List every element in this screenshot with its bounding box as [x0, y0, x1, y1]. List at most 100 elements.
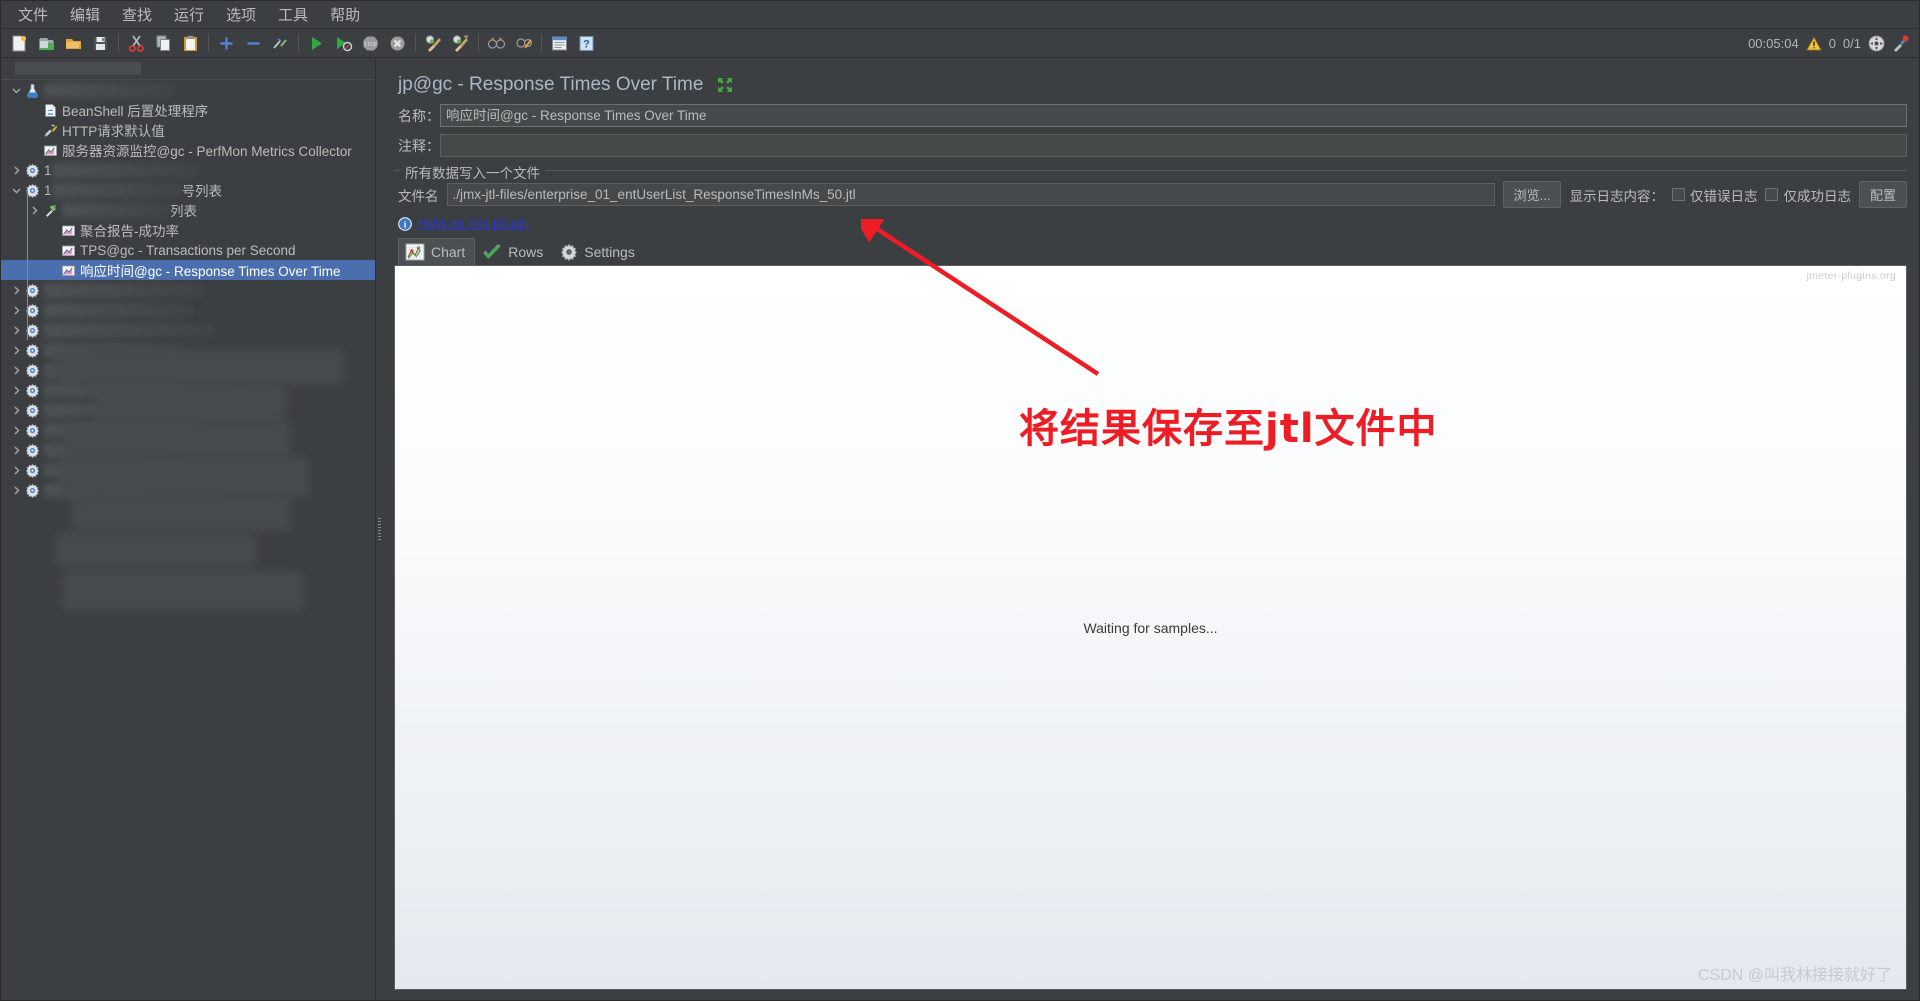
listener-chart-icon: [59, 262, 77, 278]
clear-results-icon[interactable]: [1892, 35, 1909, 52]
stop-icon[interactable]: STOP: [358, 31, 383, 56]
reset-search-icon[interactable]: [511, 31, 536, 56]
tree-item-thread-group-7[interactable]: [1, 360, 375, 380]
tree-item-perfmon-metrics-collector[interactable]: 服务器资源监控@gc - PerfMon Metrics Collector: [1, 140, 375, 160]
collapse-all-icon[interactable]: [241, 31, 266, 56]
menu-options[interactable]: 选项: [215, 1, 267, 28]
tree-toggle-placeholder: [45, 220, 59, 240]
filename-input[interactable]: ./jmx-jtl-files/enterprise_01_entUserLis…: [446, 183, 1495, 206]
splitter-grip[interactable]: [378, 518, 381, 540]
tree-item-thread-group-3[interactable]: [1, 280, 375, 300]
shutdown-icon[interactable]: [385, 31, 410, 56]
expand-all-icon[interactable]: [214, 31, 239, 56]
chevron-right-icon[interactable]: [9, 400, 23, 420]
name-input[interactable]: 响应时间@gc - Response Times Over Time: [440, 104, 1907, 127]
tree-item-thread-group-11[interactable]: [1, 440, 375, 460]
start-no-pause-icon[interactable]: [331, 31, 356, 56]
expand-arrows-icon[interactable]: [717, 77, 733, 93]
redacted-label: [44, 322, 214, 338]
clear-all-icon[interactable]: [448, 31, 473, 56]
chevron-right-icon[interactable]: [9, 340, 23, 360]
comment-field-row: 注释：: [394, 134, 1907, 157]
redacted-label: [44, 462, 164, 478]
tab-label: Rows: [508, 244, 544, 260]
tree-item-thread-group-5[interactable]: [1, 320, 375, 340]
tree-item-thread-group-13[interactable]: [1, 480, 375, 500]
chevron-right-icon[interactable]: [9, 480, 23, 500]
help-icon[interactable]: ?: [574, 31, 599, 56]
vertical-splitter[interactable]: [375, 58, 384, 1000]
menu-edit[interactable]: 编辑: [59, 1, 111, 28]
chevron-right-icon[interactable]: [9, 440, 23, 460]
gear-icon: [23, 362, 41, 378]
tree-item-beanshell-postprocessor[interactable]: BeanShell 后置处理程序: [1, 100, 375, 120]
tree-item-thread-group-2[interactable]: 1 号列表: [1, 180, 375, 200]
paste-icon[interactable]: [178, 31, 203, 56]
info-icon: i: [398, 216, 412, 231]
tree-scroll-area[interactable]: BeanShell 后置处理程序 HTTP请求默认值 服务器资源监控@gc - Pe…: [1, 80, 375, 1000]
warning-icon[interactable]: [1806, 36, 1822, 52]
browse-button[interactable]: 浏览...: [1502, 181, 1562, 208]
gear-icon: [23, 422, 41, 438]
tree-item-thread-group-4[interactable]: [1, 300, 375, 320]
comment-label: 注释：: [398, 137, 440, 154]
menu-help[interactable]: 帮助: [319, 1, 371, 28]
configure-button[interactable]: 配置: [1858, 181, 1907, 208]
tab-chart[interactable]: Chart: [398, 238, 476, 266]
tree-item-aggregate-report-success-rate[interactable]: 聚合报告-成功率: [1, 220, 375, 240]
chevron-right-icon[interactable]: [27, 200, 41, 220]
tree-item-tps-transactions-per-second[interactable]: TPS@gc - Transactions per Second: [1, 240, 375, 260]
tree-item-thread-group-1[interactable]: 1: [1, 160, 375, 180]
start-icon[interactable]: [304, 31, 329, 56]
tree-item-thread-group-8[interactable]: [1, 380, 375, 400]
help-on-this-plugin-link[interactable]: Help on this plugin: [418, 216, 529, 231]
chevron-right-icon[interactable]: [9, 460, 23, 480]
chevron-right-icon[interactable]: [9, 160, 23, 180]
tree-item-test-plan[interactable]: [1, 80, 375, 100]
save-icon[interactable]: [88, 31, 113, 56]
name-label: 名称：: [398, 107, 440, 124]
tree-item-sampler-list[interactable]: 列表: [1, 200, 375, 220]
chevron-right-icon[interactable]: [9, 280, 23, 300]
chevron-right-icon[interactable]: [9, 320, 23, 340]
tab-settings[interactable]: Settings: [553, 238, 645, 266]
chart-canvas[interactable]: jmeter-plugins.org Waiting for samples..…: [394, 265, 1907, 990]
errors-only-checkbox[interactable]: [1671, 188, 1685, 201]
help-row: i Help on this plugin: [394, 208, 1907, 237]
templates-icon[interactable]: [34, 31, 59, 56]
open-icon[interactable]: [61, 31, 86, 56]
tree-item-thread-group-6[interactable]: [1, 340, 375, 360]
thread-count: 0/1: [1842, 36, 1861, 51]
new-icon[interactable]: [7, 31, 32, 56]
successes-only-checkbox-wrap[interactable]: 仅成功日志: [1765, 185, 1851, 205]
tree-item-http-request-defaults[interactable]: HTTP请求默认值: [1, 120, 375, 140]
errors-only-checkbox-wrap[interactable]: 仅错误日志: [1671, 185, 1757, 205]
copy-icon[interactable]: [151, 31, 176, 56]
cut-icon[interactable]: [124, 31, 149, 56]
chevron-right-icon[interactable]: [9, 420, 23, 440]
chevron-down-icon[interactable]: [9, 180, 23, 200]
menu-file[interactable]: 文件: [7, 1, 59, 28]
tree-toggle-placeholder: [45, 260, 59, 280]
menu-search[interactable]: 查找: [111, 1, 163, 28]
menu-run[interactable]: 运行: [163, 1, 215, 28]
chevron-right-icon[interactable]: [9, 300, 23, 320]
chevron-right-icon[interactable]: [9, 360, 23, 380]
tree-item-thread-group-9[interactable]: [1, 400, 375, 420]
function-helper-icon[interactable]: [547, 31, 572, 56]
clear-icon[interactable]: [421, 31, 446, 56]
tree-item-thread-group-12[interactable]: [1, 460, 375, 480]
tree-item-thread-group-10[interactable]: [1, 420, 375, 440]
tree-search-input[interactable]: [15, 62, 141, 75]
menu-tools[interactable]: 工具: [267, 1, 319, 28]
tree-item-response-times-over-time[interactable]: 响应时间@gc - Response Times Over Time: [1, 260, 375, 280]
check-icon: [482, 243, 502, 261]
tab-rows[interactable]: Rows: [475, 238, 553, 266]
chevron-right-icon[interactable]: [9, 380, 23, 400]
redacted-label: [44, 82, 176, 98]
toggle-icon[interactable]: [268, 31, 293, 56]
search-icon[interactable]: [484, 31, 509, 56]
comment-input[interactable]: [440, 134, 1907, 157]
successes-only-checkbox[interactable]: [1765, 188, 1779, 201]
chevron-down-icon[interactable]: [9, 80, 23, 100]
